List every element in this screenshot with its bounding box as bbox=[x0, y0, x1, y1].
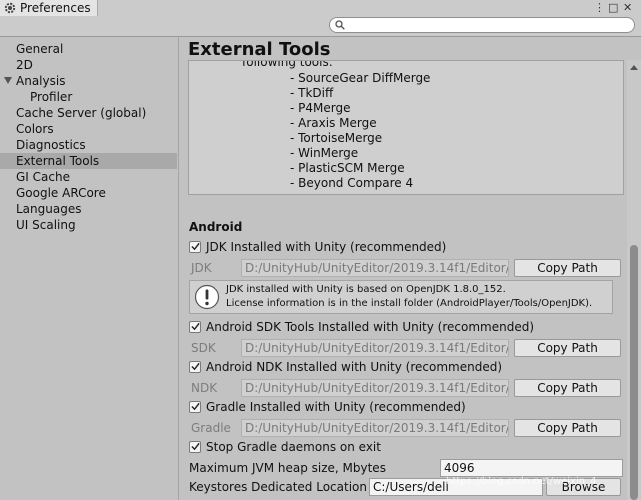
scroll-up-icon[interactable] bbox=[630, 65, 638, 70]
sidebar-item-ui-scaling[interactable]: UI Scaling bbox=[0, 217, 177, 233]
gradle-path-field: D:/UnityHub/UnityEditor/2019.3.14f1/Edit… bbox=[241, 419, 509, 437]
watermark-text: https://blog.csdn.net/weixin_4 bbox=[446, 476, 597, 487]
jvm-heap-label: Maximum JVM heap size, Mbytes bbox=[189, 461, 386, 475]
diff-tools-description: following tools: - SourceGear DiffMerge … bbox=[188, 60, 624, 195]
sidebar-item-diagnostics[interactable]: Diagnostics bbox=[0, 137, 177, 153]
sidebar-item-external-tools[interactable]: External Tools bbox=[0, 153, 177, 169]
gear-icon bbox=[4, 2, 16, 14]
sdk-field-label: SDK bbox=[191, 341, 216, 355]
sidebar-item-label: General bbox=[16, 42, 64, 56]
keystores-label: Keystores Dedicated Location bbox=[189, 480, 367, 494]
scrollbar-thumb[interactable] bbox=[630, 245, 638, 500]
sidebar-item-languages[interactable]: Languages bbox=[0, 201, 177, 217]
sidebar-item-label: Analysis bbox=[16, 74, 66, 88]
sdk-copy-path-button[interactable]: Copy Path bbox=[514, 339, 621, 357]
sidebar-item-label: Colors bbox=[16, 122, 54, 136]
ndk-copy-path-button[interactable]: Copy Path bbox=[514, 379, 621, 397]
sdk-path-row: SDK D:/UnityHub/UnityEditor/2019.3.14f1/… bbox=[189, 339, 621, 357]
window-tab[interactable]: Preferences bbox=[0, 0, 98, 16]
list-item: - Araxis Merge bbox=[290, 116, 377, 130]
list-item: - TkDiff bbox=[290, 86, 334, 100]
sidebar-item-label: UI Scaling bbox=[16, 218, 76, 232]
jdk-path-field: D:/UnityHub/UnityEditor/2019.3.14f1/Edit… bbox=[241, 259, 509, 277]
check-icon bbox=[191, 242, 200, 251]
diff-tool-list: - SourceGear DiffMerge - TkDiff - P4Merg… bbox=[290, 71, 430, 191]
check-icon bbox=[191, 442, 200, 451]
sidebar-item-2d[interactable]: 2D bbox=[0, 57, 177, 73]
search-field[interactable] bbox=[329, 17, 635, 33]
list-item: - PlasticSCM Merge bbox=[290, 161, 405, 175]
sidebar-item-label: Profiler bbox=[30, 90, 73, 104]
window-title: Preferences bbox=[20, 1, 91, 15]
sidebar-item-gi-cache[interactable]: GI Cache bbox=[0, 169, 177, 185]
jdk-path-row: JDK D:/UnityHub/UnityEditor/2019.3.14f1/… bbox=[189, 259, 621, 277]
sidebar-item-colors[interactable]: Colors bbox=[0, 121, 177, 137]
sidebar-item-cache-server[interactable]: Cache Server (global) bbox=[0, 105, 177, 121]
sidebar: General 2D Analysis Profiler Cache Serve… bbox=[0, 37, 179, 500]
main-content: External Tools following tools: - Source… bbox=[179, 37, 641, 500]
jdk-copy-path-button[interactable]: Copy Path bbox=[514, 259, 621, 277]
list-item: - SourceGear DiffMerge bbox=[290, 71, 431, 85]
check-icon bbox=[191, 322, 200, 331]
foldout-arrow-icon[interactable] bbox=[4, 77, 12, 84]
android-section-title: Android bbox=[189, 220, 243, 234]
sdk-path-field: D:/UnityHub/UnityEditor/2019.3.14f1/Edit… bbox=[241, 339, 509, 357]
sidebar-item-label: GI Cache bbox=[16, 170, 70, 184]
sidebar-item-label: External Tools bbox=[16, 154, 100, 168]
gradle-copy-path-button[interactable]: Copy Path bbox=[514, 419, 621, 437]
gradle-path-row: Gradle D:/UnityHub/UnityEditor/2019.3.14… bbox=[189, 419, 621, 437]
jdk-info-line2: License information is in the install fo… bbox=[226, 298, 593, 309]
sidebar-item-label: 2D bbox=[16, 58, 33, 72]
sidebar-item-label: Languages bbox=[16, 202, 82, 216]
check-icon bbox=[191, 362, 200, 371]
warning-icon bbox=[194, 284, 220, 310]
ndk-path-row: NDK D:/UnityHub/UnityEditor/2019.3.14f1/… bbox=[189, 379, 621, 397]
gradle-field-label: Gradle bbox=[191, 421, 231, 435]
more-options-icon[interactable]: ⋮ bbox=[594, 0, 605, 16]
vertical-scrollbar[interactable] bbox=[627, 60, 641, 500]
jdk-info-box: JDK installed with Unity is based on Ope… bbox=[189, 280, 613, 314]
stop-gradle-checkbox[interactable] bbox=[189, 441, 201, 453]
ndk-checkbox-label: Android NDK Installed with Unity (recomm… bbox=[206, 360, 503, 374]
ndk-path-field: D:/UnityHub/UnityEditor/2019.3.14f1/Edit… bbox=[241, 379, 509, 397]
list-item: - Beyond Compare 4 bbox=[290, 176, 414, 190]
jdk-field-label: JDK bbox=[191, 261, 212, 275]
jdk-checkbox-label: JDK Installed with Unity (recommended) bbox=[206, 240, 447, 254]
search-icon bbox=[335, 20, 345, 30]
sidebar-item-label: Cache Server (global) bbox=[16, 106, 147, 120]
search-input[interactable] bbox=[348, 18, 628, 32]
list-item: - WinMerge bbox=[290, 146, 359, 160]
list-item: - TortoiseMerge bbox=[290, 131, 383, 145]
jdk-info-line1: JDK installed with Unity is based on Ope… bbox=[226, 284, 506, 295]
sidebar-item-label: Diagnostics bbox=[16, 138, 86, 152]
sdk-checkbox[interactable] bbox=[189, 321, 201, 333]
close-icon[interactable]: ✕ bbox=[623, 0, 632, 16]
sidebar-item-google-arcore[interactable]: Google ARCore bbox=[0, 185, 177, 201]
maximize-icon[interactable]: □ bbox=[608, 0, 618, 16]
sidebar-item-profiler[interactable]: Profiler bbox=[0, 89, 177, 105]
jvm-heap-row: Maximum JVM heap size, Mbytes 4096 bbox=[189, 459, 627, 477]
gradle-checkbox[interactable] bbox=[189, 401, 201, 413]
check-icon bbox=[191, 402, 200, 411]
jvm-heap-input[interactable]: 4096 bbox=[440, 459, 623, 477]
gradle-checkbox-label: Gradle Installed with Unity (recommended… bbox=[206, 400, 466, 414]
sdk-checkbox-label: Android SDK Tools Installed with Unity (… bbox=[206, 320, 535, 334]
title-bar: Preferences ⋮ □ ✕ bbox=[0, 0, 641, 16]
description-intro: following tools: bbox=[242, 60, 333, 69]
list-item: - P4Merge bbox=[290, 101, 351, 115]
sidebar-item-general[interactable]: General bbox=[0, 41, 177, 57]
ndk-checkbox[interactable] bbox=[189, 361, 201, 373]
sidebar-item-analysis[interactable]: Analysis bbox=[0, 73, 177, 89]
jdk-checkbox[interactable] bbox=[189, 241, 201, 253]
page-title: External Tools bbox=[188, 39, 331, 60]
stop-gradle-label: Stop Gradle daemons on exit bbox=[206, 440, 381, 454]
settings-scroll-area[interactable]: following tools: - SourceGear DiffMerge … bbox=[179, 60, 627, 500]
ndk-field-label: NDK bbox=[191, 381, 218, 395]
sidebar-item-label: Google ARCore bbox=[16, 186, 106, 200]
